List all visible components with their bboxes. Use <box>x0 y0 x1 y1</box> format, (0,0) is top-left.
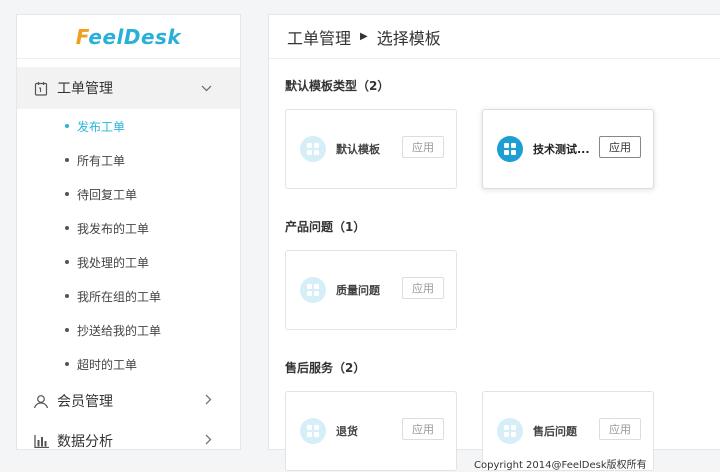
sidebar-item-pending-reply[interactable]: 待回复工单 <box>65 177 240 211</box>
section-title-aftersales: 售后服务（2） <box>285 361 366 375</box>
chart-icon <box>33 433 49 449</box>
section-title-default: 默认模板类型（2） <box>285 79 390 93</box>
menu-group-members[interactable]: 会员管理 <box>17 381 240 421</box>
sidebar-item-all-tickets[interactable]: 所有工单 <box>65 143 240 177</box>
template-name: 售后问题 <box>533 425 577 438</box>
menu-group-analytics[interactable]: 数据分析 <box>17 421 240 450</box>
breadcrumb-current: 选择模板 <box>376 28 441 48</box>
menu-group-label: 工单管理 <box>57 81 113 97</box>
triangle-right-icon: ▶ <box>360 31 368 42</box>
ticket-submenu: 发布工单 所有工单 待回复工单 我发布的工单 我处理的工单 我所在组的工单 抄送… <box>17 109 240 381</box>
template-icon <box>497 136 523 162</box>
template-icon <box>300 277 326 303</box>
section-title-product: 产品问题（1） <box>285 220 366 234</box>
bullet-icon <box>65 362 69 366</box>
sidebar: FeelDesk 工单管理 发布工单 所有工单 待回复工单 我发布的工单 我处理… <box>16 14 241 450</box>
bullet-icon <box>65 124 69 128</box>
template-card[interactable]: 退货 应用 <box>285 391 457 471</box>
sidebar-item-my-published[interactable]: 我发布的工单 <box>65 211 240 245</box>
apply-button[interactable]: 应用 <box>599 136 641 158</box>
logo-text: FeelDesk <box>75 24 182 49</box>
menu-group-label: 会员管理 <box>57 394 113 410</box>
bullet-icon <box>65 328 69 332</box>
ticket-icon <box>33 80 49 96</box>
bullet-icon <box>65 226 69 230</box>
apply-button[interactable]: 应用 <box>599 418 641 440</box>
bullet-icon <box>65 158 69 162</box>
breadcrumb-root[interactable]: 工单管理 <box>287 25 351 49</box>
sidebar-item-cc-to-me[interactable]: 抄送给我的工单 <box>65 313 240 347</box>
sidebar-item-my-group[interactable]: 我所在组的工单 <box>65 279 240 313</box>
template-name: 默认模板 <box>336 143 380 156</box>
apply-button[interactable]: 应用 <box>402 277 444 299</box>
logo[interactable]: FeelDesk <box>17 15 240 59</box>
template-card-selected[interactable]: 技术测试... 应用 <box>482 109 654 189</box>
menu-group-label: 数据分析 <box>57 434 113 450</box>
template-name: 技术测试... <box>533 143 590 156</box>
main-panel: 工单管理 ▶ 选择模板 默认模板类型（2） 默认模板 应用 技术测试... 应用… <box>268 14 720 471</box>
bullet-icon <box>65 260 69 264</box>
bullet-icon <box>65 192 69 196</box>
template-name: 质量问题 <box>336 284 380 297</box>
chevron-right-icon <box>205 394 212 408</box>
breadcrumb: 工单管理 ▶ 选择模板 <box>269 15 720 59</box>
template-card[interactable]: 默认模板 应用 <box>285 109 457 189</box>
copyright-footer: Copyright 2014@FeelDesk版权所有 <box>474 460 647 471</box>
sidebar-item-publish-ticket[interactable]: 发布工单 <box>65 109 240 143</box>
template-icon <box>497 418 523 444</box>
apply-button[interactable]: 应用 <box>402 136 444 158</box>
bullet-icon <box>65 294 69 298</box>
template-icon <box>300 418 326 444</box>
sidebar-item-my-handled[interactable]: 我处理的工单 <box>65 245 240 279</box>
chevron-down-icon <box>201 81 212 95</box>
apply-button[interactable]: 应用 <box>402 418 444 440</box>
chevron-right-icon <box>205 434 212 448</box>
members-icon <box>33 393 49 409</box>
menu-group-tickets[interactable]: 工单管理 <box>17 67 240 109</box>
template-name: 退货 <box>336 425 358 438</box>
template-card[interactable]: 质量问题 应用 <box>285 250 457 330</box>
sidebar-item-overdue[interactable]: 超时的工单 <box>65 347 240 381</box>
template-icon <box>300 136 326 162</box>
